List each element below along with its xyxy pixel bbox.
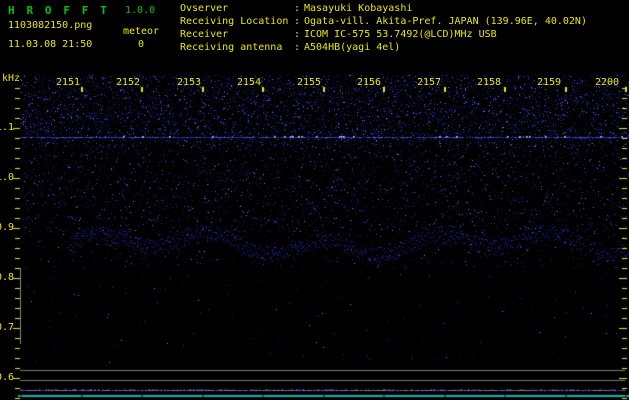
freq-tick-label: 0.7: [0, 322, 14, 333]
app-version: 1.0.0: [125, 5, 156, 16]
info-colon: :: [294, 16, 301, 27]
info-label: Receiving antenna: [180, 42, 283, 53]
info-value: Ogata-vill. Akita-Pref. JAPAN (139.96E, …: [304, 16, 587, 27]
time-tick-label: 2157: [416, 77, 442, 88]
freq-tick-label: 0.6: [0, 372, 14, 383]
timestamp: 11.03.08 21:50: [8, 39, 93, 50]
info-row-antenna: Receiving antenna : A504HB(yagi 4el): [180, 41, 587, 54]
freq-tick-label: 0.9: [0, 222, 14, 233]
time-tick-label: 2155: [296, 77, 322, 88]
meteor-count: 0: [137, 39, 145, 50]
hrofft-window: H R O F F T 1.0.0 1103082150.png meteor …: [0, 0, 629, 400]
info-label: Receiving Location: [180, 16, 289, 27]
freq-tick-label: 1.1: [0, 122, 14, 133]
mode-label: meteor: [122, 26, 160, 37]
observer-info: Ovserver : Masayuki Kobayashi Receiving …: [180, 2, 587, 54]
time-tick-label: 2151: [55, 77, 81, 88]
info-value: Masayuki Kobayashi: [304, 3, 413, 14]
freq-tick-label: 1.0: [0, 172, 14, 183]
info-value: A504HB(yagi 4el): [304, 42, 401, 53]
time-tick-label: 2154: [236, 77, 262, 88]
app-title: H R O F F T: [8, 4, 110, 17]
time-tick-label: 2156: [356, 77, 382, 88]
freq-tick-label: 0.8: [0, 272, 14, 283]
spectrogram-canvas: [0, 0, 629, 400]
time-tick-label: 2152: [115, 77, 141, 88]
file-name: 1103082150.png: [8, 20, 93, 31]
time-tick-label: 2158: [476, 77, 502, 88]
info-value: ICOM IC-575 53.7492(@LCD)MHz USB: [304, 29, 497, 40]
time-tick-label: 2159: [536, 77, 562, 88]
info-row-receiver: Receiver : ICOM IC-575 53.7492(@LCD)MHz …: [180, 28, 587, 41]
info-colon: :: [294, 42, 301, 53]
info-colon: :: [294, 29, 301, 40]
y-axis-unit: kHz: [2, 73, 21, 84]
info-row-location: Receiving Location : Ogata-vill. Akita-P…: [180, 15, 587, 28]
info-row-observer: Ovserver : Masayuki Kobayashi: [180, 2, 587, 15]
info-colon: :: [294, 3, 301, 14]
time-tick-label: 2200: [594, 77, 620, 88]
info-label: Receiver: [180, 29, 229, 40]
time-tick-label: 2153: [176, 77, 202, 88]
info-label: Ovserver: [180, 3, 229, 14]
